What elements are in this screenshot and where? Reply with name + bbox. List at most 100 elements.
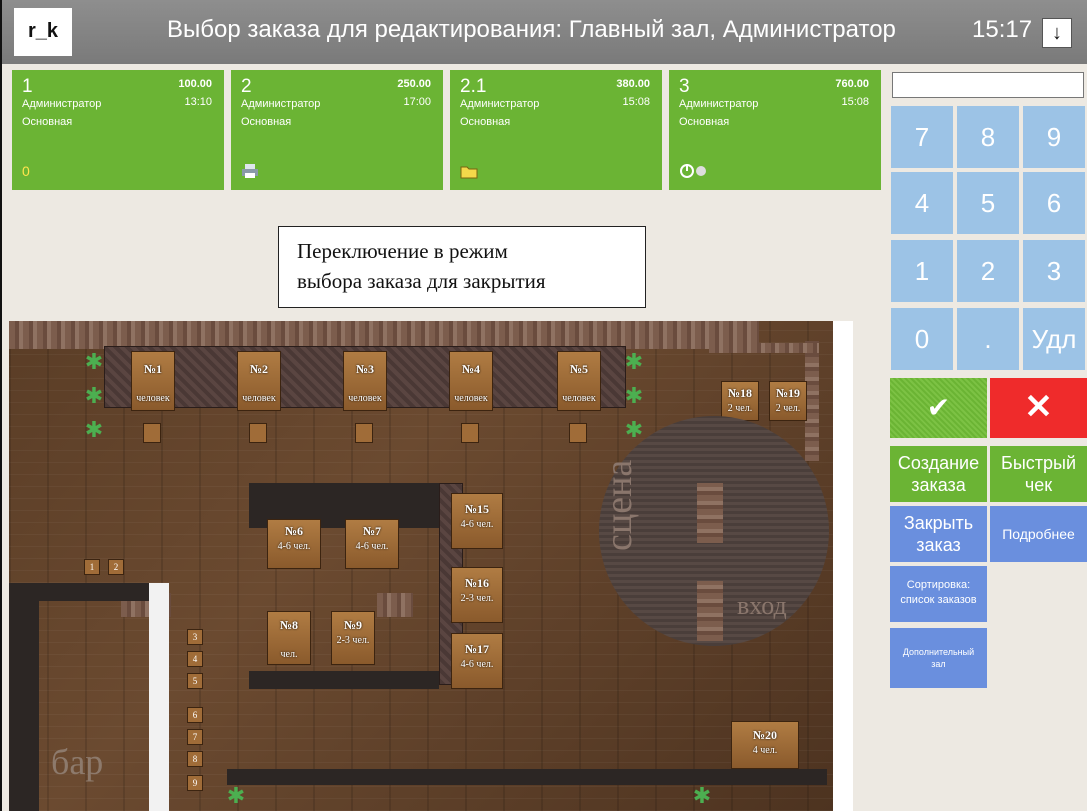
- table-label: №19: [775, 386, 801, 400]
- scroll-down-button[interactable]: ↓: [1042, 18, 1072, 48]
- order-card-3[interactable]: 3 760.00 Администратор 15:08 Основная: [669, 70, 881, 190]
- corner-wall: [709, 343, 819, 353]
- bar-stool[interactable]: 4: [187, 651, 203, 667]
- table-capacity: 2-3 чел.: [336, 635, 370, 646]
- key-5[interactable]: 5: [957, 172, 1019, 234]
- order-time: 17:00: [403, 96, 431, 108]
- order-type: Основная: [460, 116, 511, 128]
- plant-icon: ✱: [84, 349, 104, 374]
- bar-stool[interactable]: 2: [108, 559, 124, 575]
- bar-stool[interactable]: 9: [187, 775, 203, 791]
- numeric-display: [892, 72, 1084, 98]
- key-delete[interactable]: Удл: [1023, 308, 1085, 370]
- key-7[interactable]: 7: [891, 106, 953, 168]
- table-capacity: 4-6 чел.: [277, 541, 311, 552]
- table-label: №17: [464, 642, 490, 656]
- key-3[interactable]: 3: [1023, 240, 1085, 302]
- top-wall: [9, 321, 759, 349]
- key-4[interactable]: 4: [891, 172, 953, 234]
- order-number: 2.1: [460, 76, 487, 97]
- order-amount: 250.00: [397, 78, 431, 90]
- quick-check-button[interactable]: Быстрый чек: [990, 446, 1087, 502]
- order-user: Администратор: [460, 98, 540, 110]
- stage-pillar: [697, 483, 723, 543]
- pillar: [377, 593, 413, 617]
- zero-status-icon: 0: [22, 163, 30, 179]
- bar-stool[interactable]: 6: [187, 707, 203, 723]
- close-icon: ✕: [1024, 388, 1053, 426]
- order-type: Основная: [679, 116, 730, 128]
- hint-tooltip: Переключение в режим выбора заказа для з…: [278, 226, 646, 308]
- bottom-counter: [227, 769, 827, 785]
- table-label: №20: [752, 728, 778, 742]
- stage-label: сцена: [598, 459, 640, 551]
- order-card-2-1[interactable]: 2.1 380.00 Администратор 15:08 Основная: [450, 70, 662, 190]
- table-capacity: человек: [348, 393, 382, 404]
- hint-line-1: Переключение в режим: [297, 239, 508, 263]
- table-capacity: чел.: [280, 649, 298, 660]
- details-label: Подробнее: [1002, 526, 1075, 542]
- order-card-2[interactable]: 2 250.00 Администратор 17:00 Основная: [231, 70, 443, 190]
- page-title: Выбор заказа для редактирования: Главный…: [167, 16, 896, 43]
- order-amount: 100.00: [178, 78, 212, 90]
- extra-hall-button[interactable]: Дополнительный зал: [890, 628, 987, 688]
- stage-pillar: [697, 581, 723, 641]
- plant-icon: ✱: [692, 783, 712, 808]
- entrance-label: вход: [737, 591, 787, 620]
- table-capacity: человек: [562, 393, 596, 404]
- order-number: 1: [22, 76, 33, 97]
- bar-stool[interactable]: 3: [187, 629, 203, 645]
- create-order-button[interactable]: Создание заказа: [890, 446, 987, 502]
- key-6[interactable]: 6: [1023, 172, 1085, 234]
- plant-icon: ✱: [226, 783, 246, 808]
- hint-line-2: выбора заказа для закрытия: [297, 269, 546, 293]
- chair: [569, 423, 587, 443]
- bar-stool[interactable]: 1: [84, 559, 100, 575]
- details-button[interactable]: Подробнее: [990, 506, 1087, 562]
- bar-stool[interactable]: 8: [187, 751, 203, 767]
- table-label: №9: [343, 618, 363, 632]
- key-8[interactable]: 8: [957, 106, 1019, 168]
- table-label: №2: [249, 362, 269, 376]
- table-label: №3: [355, 362, 375, 376]
- power-icon: [679, 163, 709, 182]
- order-type: Основная: [241, 116, 292, 128]
- table-capacity: человек: [136, 393, 170, 404]
- check-icon: ✔: [926, 392, 951, 423]
- extra-hall-label-1: Дополнительный: [902, 647, 975, 657]
- plant-icon: ✱: [624, 349, 644, 374]
- header-bar: r_k Выбор заказа для редактирования: Гла…: [2, 0, 1087, 64]
- island-counter-bottom: [249, 671, 439, 689]
- bar-edge: [149, 583, 169, 811]
- key-dot[interactable]: .: [957, 308, 1019, 370]
- bar-stool[interactable]: 5: [187, 673, 203, 689]
- chair: [461, 423, 479, 443]
- floor-scroll-area: [833, 321, 853, 811]
- confirm-button[interactable]: ✔: [890, 378, 987, 438]
- order-time: 13:10: [184, 96, 212, 108]
- order-user: Администратор: [241, 98, 321, 110]
- plant-icon: ✱: [84, 383, 104, 408]
- table-label: №6: [284, 524, 304, 538]
- cancel-button[interactable]: ✕: [990, 378, 1087, 438]
- bar-stool[interactable]: 7: [187, 729, 203, 745]
- table-label: №7: [362, 524, 382, 538]
- close-order-button[interactable]: Закрыть заказ: [890, 506, 987, 562]
- sort-button[interactable]: Сортировка: список заказов: [890, 566, 987, 622]
- printer-icon: [241, 163, 259, 182]
- right-wall: [805, 341, 819, 461]
- order-type: Основная: [22, 116, 73, 128]
- chair: [143, 423, 161, 443]
- app-logo: r_k: [14, 8, 72, 56]
- key-1[interactable]: 1: [891, 240, 953, 302]
- key-0[interactable]: 0: [891, 308, 953, 370]
- order-number: 2: [241, 76, 252, 97]
- key-2[interactable]: 2: [957, 240, 1019, 302]
- table-label: №15: [464, 502, 490, 516]
- sort-label-1: Сортировка:: [906, 579, 971, 591]
- order-number: 3: [679, 76, 690, 97]
- clock: 15:17: [972, 16, 1033, 43]
- order-card-1[interactable]: 1 100.00 Администратор 13:10 Основная 0: [12, 70, 224, 190]
- table-capacity: человек: [242, 393, 276, 404]
- key-9[interactable]: 9: [1023, 106, 1085, 168]
